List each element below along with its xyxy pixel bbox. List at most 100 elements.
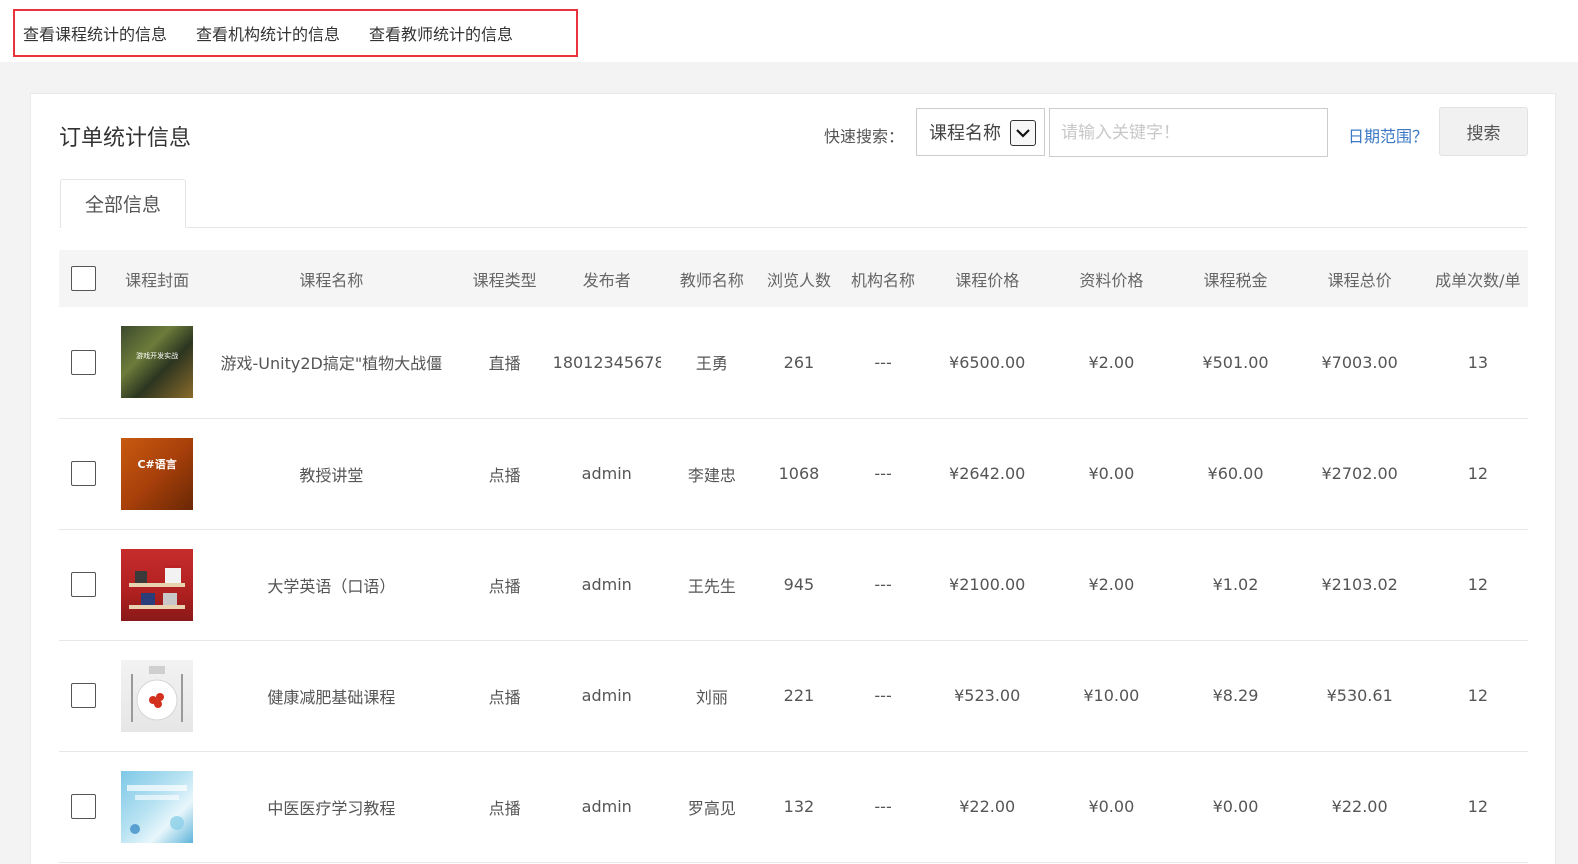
chevron-down-icon[interactable]: [1010, 120, 1036, 146]
search-field-select[interactable]: 课程名称: [916, 108, 1045, 156]
order-stats-table: 课程封面 课程名称 课程类型 发布者 教师名称 浏览人数 机构名称 课程价格 资…: [59, 250, 1528, 864]
course-price: ¥22.00: [959, 797, 1016, 816]
table-row[interactable]: C#语言 教授讲堂 点播 admin 李建忠 1068 --- ¥2642.00…: [59, 418, 1528, 529]
material-price: ¥10.00: [1083, 686, 1140, 705]
table-row[interactable]: 中医医疗学习教程 点播 admin 罗高见 132 --- ¥22.00 ¥0.…: [59, 751, 1528, 862]
top-nav-bar: 查看课程统计的信息 查看机构统计的信息 查看教师统计的信息: [0, 0, 1578, 62]
date-range-link[interactable]: 日期范围？: [1348, 123, 1428, 147]
view-count: 1068: [778, 464, 820, 483]
col-header-org: 机构名称: [851, 270, 916, 290]
course-cover-image[interactable]: [121, 770, 194, 843]
course-price: ¥523.00: [954, 686, 1021, 705]
col-header-teacher: 教师名称: [679, 270, 744, 290]
course-total: ¥530.61: [1326, 686, 1393, 705]
publisher: admin: [581, 797, 632, 816]
tab-all-info[interactable]: 全部信息: [60, 179, 186, 228]
publisher: admin: [581, 575, 632, 594]
col-header-tax: 课程税金: [1203, 270, 1268, 290]
course-tax: ¥60.00: [1207, 464, 1264, 483]
course-cover-image[interactable]: C#语言: [121, 437, 194, 510]
course-total: ¥7003.00: [1321, 352, 1398, 372]
nav-link-teacher-stats[interactable]: 查看教师统计的信息: [369, 21, 513, 45]
view-count: 221: [783, 686, 815, 705]
course-name: 教授讲堂: [299, 465, 364, 485]
teacher-name: 刘丽: [695, 687, 728, 707]
col-header-cover: 课程封面: [125, 270, 190, 290]
order-count: 12: [1467, 575, 1489, 594]
col-header-name: 课程名称: [299, 270, 364, 290]
course-tax: ¥1.02: [1212, 575, 1259, 594]
col-header-orders: 成单次数/单: [1435, 270, 1521, 290]
material-price: ¥0.00: [1088, 797, 1135, 816]
course-price: ¥6500.00: [949, 352, 1026, 372]
material-price: ¥0.00: [1088, 464, 1135, 483]
course-price: ¥2642.00: [949, 464, 1026, 483]
col-header-total: 课程总价: [1327, 270, 1392, 290]
teacher-name: 王先生: [687, 576, 736, 596]
order-stats-panel: 订单统计信息 快速搜索： 课程名称 日期范围？ 搜索 全部信息 课程封面 课程名…: [30, 93, 1556, 864]
course-type: 点播: [488, 798, 521, 818]
view-count: 261: [783, 352, 815, 372]
keyword-input[interactable]: [1049, 108, 1328, 157]
material-price: ¥2.00: [1088, 575, 1135, 594]
course-total: ¥22.00: [1331, 797, 1388, 816]
view-count: 945: [783, 575, 815, 594]
quick-search-label: 快速搜索：: [824, 127, 905, 146]
row-checkbox[interactable]: [71, 461, 97, 486]
cover-caption: 游戏开发实战: [136, 352, 179, 361]
tab-divider: [59, 227, 1527, 228]
table-row[interactable]: 健康减肥基础课程 点播 admin 刘丽 221 --- ¥523.00 ¥10…: [59, 640, 1528, 751]
course-price: ¥2100.00: [949, 575, 1026, 594]
course-name: 游戏-Unity2D搞定"植物大战僵: [220, 354, 443, 374]
material-price: ¥2.00: [1088, 352, 1135, 372]
order-count: 12: [1467, 797, 1489, 816]
publisher: admin: [581, 464, 632, 483]
row-checkbox[interactable]: [71, 572, 97, 597]
teacher-name: 李建忠: [687, 465, 736, 485]
course-type: 直播: [488, 354, 521, 374]
table-header-row: 课程封面 课程名称 课程类型 发布者 教师名称 浏览人数 机构名称 课程价格 资…: [59, 250, 1528, 307]
course-name: 健康减肥基础课程: [267, 687, 396, 707]
select-all-checkbox[interactable]: [71, 266, 97, 291]
nav-link-org-stats[interactable]: 查看机构统计的信息: [196, 21, 340, 45]
org-name: ---: [874, 575, 892, 594]
col-header-publisher: 发布者: [582, 270, 631, 290]
org-name: ---: [874, 464, 892, 483]
table-row[interactable]: 游戏开发实战 游戏-Unity2D搞定"植物大战僵 直播 18012345678…: [59, 307, 1528, 418]
publisher: admin: [581, 686, 632, 705]
search-button[interactable]: 搜索: [1439, 107, 1528, 156]
course-type: 点播: [488, 465, 521, 485]
course-tax: ¥8.29: [1212, 686, 1259, 705]
order-count: 12: [1467, 686, 1489, 705]
cover-caption: C#语言: [137, 457, 177, 471]
view-count: 132: [783, 797, 815, 816]
order-count: 12: [1467, 464, 1489, 483]
course-name: 大学英语（口语）: [267, 576, 396, 596]
col-header-views: 浏览人数: [766, 270, 831, 290]
course-name: 中医医疗学习教程: [267, 798, 396, 818]
course-total: ¥2103.02: [1321, 575, 1398, 594]
publisher: 18012345678: [552, 352, 661, 372]
col-header-material-price: 资料价格: [1079, 270, 1144, 290]
org-name: ---: [874, 797, 892, 816]
course-cover-image[interactable]: [121, 659, 194, 732]
order-count: 13: [1467, 352, 1489, 372]
page-title: 订单统计信息: [59, 126, 192, 151]
course-cover-image[interactable]: [121, 548, 194, 621]
row-checkbox[interactable]: [71, 683, 97, 708]
col-header-price: 课程价格: [955, 270, 1020, 290]
row-checkbox[interactable]: [71, 349, 97, 375]
org-name: ---: [874, 686, 892, 705]
row-checkbox[interactable]: [71, 794, 97, 819]
table-row[interactable]: 大学英语（口语） 点播 admin 王先生 945 --- ¥2100.00 ¥…: [59, 529, 1528, 640]
nav-highlight-box: 查看课程统计的信息 查看机构统计的信息 查看教师统计的信息: [13, 9, 578, 57]
col-header-type: 课程类型: [472, 270, 537, 290]
nav-link-course-stats[interactable]: 查看课程统计的信息: [23, 21, 167, 45]
course-cover-image[interactable]: 游戏开发实战: [121, 326, 194, 399]
course-total: ¥2702.00: [1321, 464, 1398, 483]
teacher-name: 罗高见: [687, 798, 736, 818]
select-value: 课程名称: [929, 123, 1001, 144]
course-type: 点播: [488, 576, 521, 596]
course-type: 点播: [488, 687, 521, 707]
select-all-cell: [59, 250, 108, 307]
